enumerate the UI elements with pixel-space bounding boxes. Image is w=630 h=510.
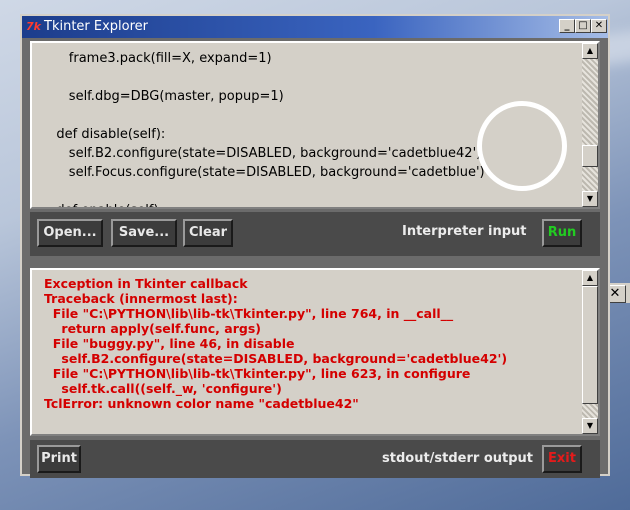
output-line: Traceback (innermost last): — [44, 291, 238, 306]
scroll-down-arrow-icon[interactable]: ▼ — [582, 418, 598, 434]
output-line: self.B2.configure(state=DISABLED, backgr… — [44, 351, 508, 366]
tk-app-icon: 7k — [26, 20, 41, 33]
tkinter-explorer-window: 7k Tkinter Explorer _ □ ✕ frame3.pack(fi… — [20, 14, 610, 478]
close-button[interactable]: ✕ — [591, 19, 607, 33]
output-line: return apply(self.func, args) — [44, 321, 261, 336]
output-button-bar: Print stdout/stderr output Exit — [30, 440, 600, 478]
code-scrollbar[interactable]: ▲ ▼ — [582, 43, 598, 207]
scroll-up-arrow-icon[interactable]: ▲ — [582, 43, 598, 59]
open-button[interactable]: Open... — [37, 219, 103, 247]
output-line: self.tk.call((self._w, 'configure') — [44, 381, 282, 396]
save-button[interactable]: Save... — [111, 219, 177, 247]
output-line: File "buggy.py", line 46, in disable — [44, 336, 295, 351]
input-button-bar: Open... Save... Clear Interpreter input … — [30, 212, 600, 256]
highlight-circle — [477, 101, 567, 191]
code-line: frame3.pack(fill=X, expand=1) — [44, 51, 272, 66]
exit-button[interactable]: Exit — [542, 445, 582, 473]
output-line: File "C:\PYTHON\lib\lib-tk\Tkinter.py", … — [44, 306, 454, 321]
output-console[interactable]: Exception in Tkinter callback Traceback (… — [30, 268, 600, 436]
window-title: Tkinter Explorer — [44, 19, 149, 34]
output-line: File "C:\PYTHON\lib\lib-tk\Tkinter.py", … — [44, 366, 471, 381]
run-button[interactable]: Run — [542, 219, 582, 247]
output-text: Exception in Tkinter callback Traceback (… — [32, 270, 598, 411]
scroll-down-arrow-icon[interactable]: ▼ — [582, 191, 598, 207]
title-bar[interactable]: 7k Tkinter Explorer _ □ ✕ — [22, 16, 608, 38]
maximize-button[interactable]: □ — [575, 19, 591, 33]
minimize-button[interactable]: _ — [559, 19, 575, 33]
code-line: def enable(self): — [44, 201, 598, 207]
output-scrollbar[interactable]: ▲ ▼ — [582, 270, 598, 434]
scroll-up-arrow-icon[interactable]: ▲ — [582, 270, 598, 286]
stdout-stderr-caption: stdout/stderr output — [382, 451, 534, 466]
clear-button[interactable]: Clear — [183, 219, 233, 247]
print-button[interactable]: Print — [37, 445, 81, 473]
interpreter-input-caption: Interpreter input — [402, 224, 527, 239]
output-line: TclError: unknown color name "cadetblue4… — [44, 396, 359, 411]
output-line: Exception in Tkinter callback — [44, 276, 248, 291]
code-scroll-thumb[interactable] — [582, 145, 598, 167]
output-scroll-thumb[interactable] — [582, 286, 598, 404]
